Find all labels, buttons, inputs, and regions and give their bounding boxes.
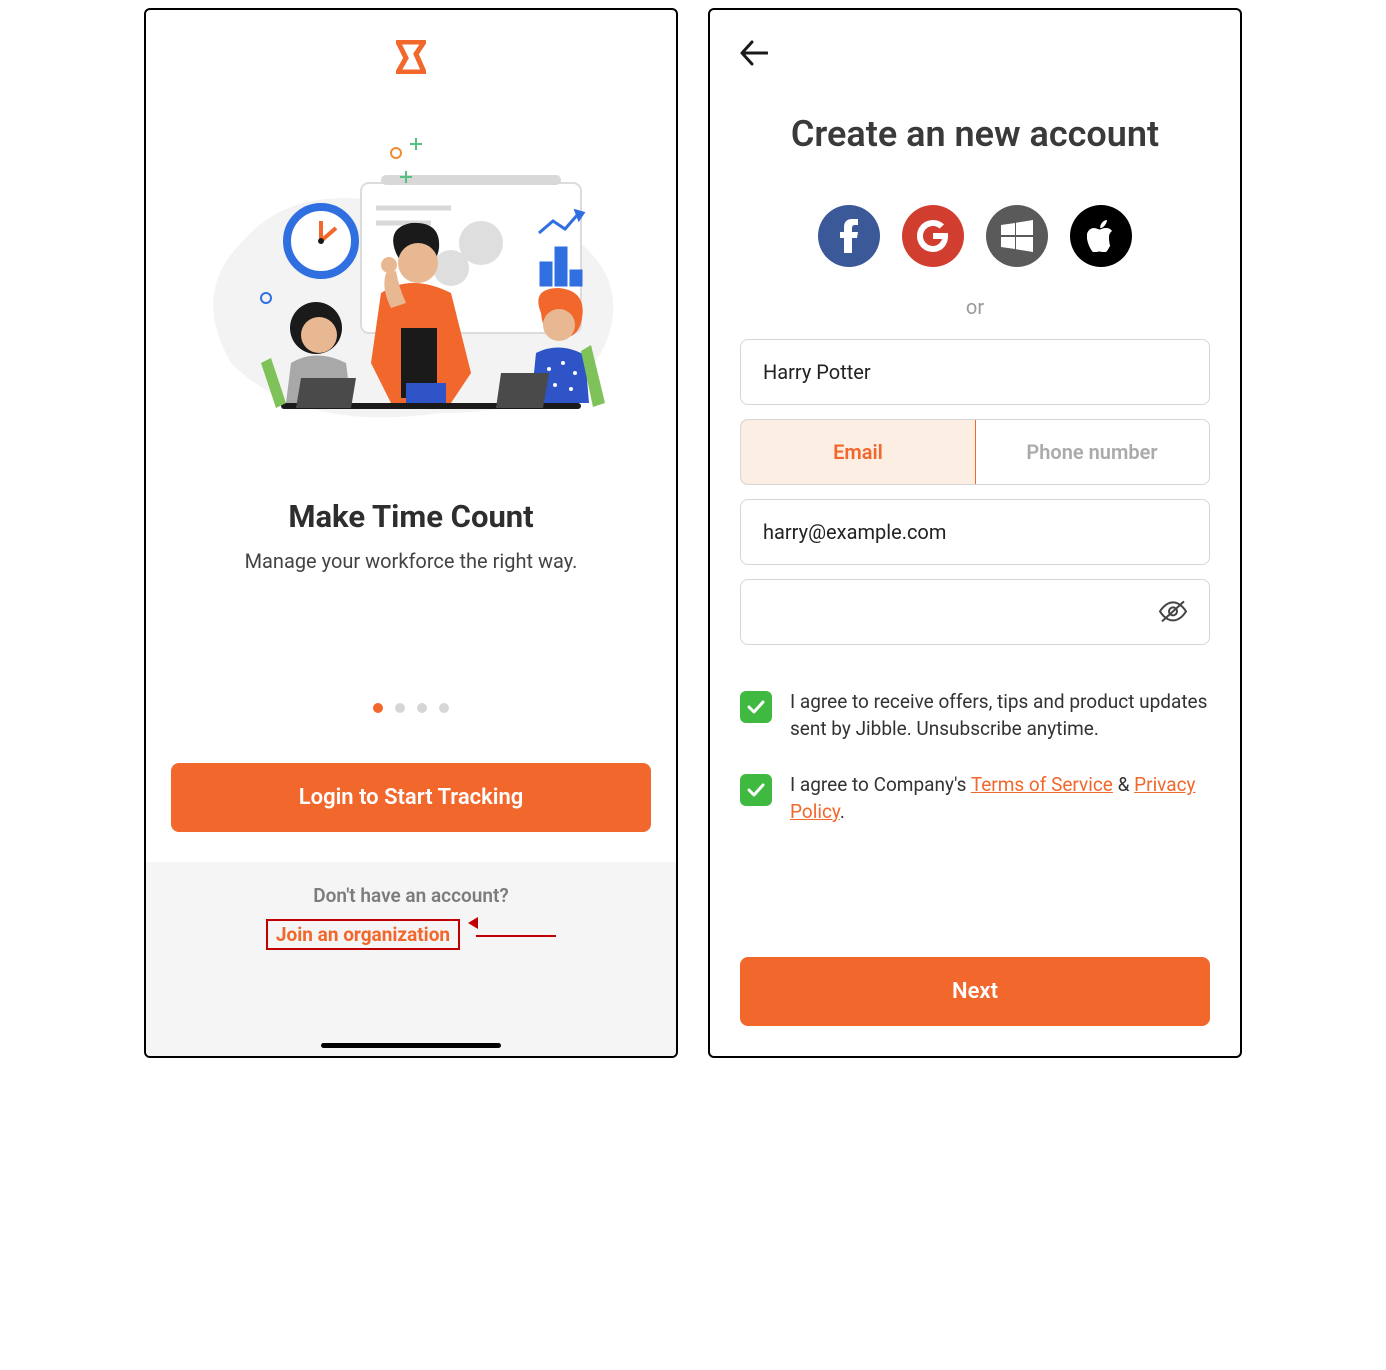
contact-type-tabs: Email Phone number <box>740 419 1210 485</box>
check-icon <box>747 783 765 797</box>
terms-link[interactable]: Terms of Service <box>971 773 1113 796</box>
facebook-login-button[interactable] <box>818 205 880 267</box>
back-button[interactable] <box>740 40 768 73</box>
page-dot-4[interactable] <box>439 703 449 713</box>
page-dots <box>146 703 676 713</box>
login-button[interactable]: Login to Start Tracking <box>171 763 651 832</box>
callout-arrow-icon <box>476 922 556 941</box>
welcome-screen: Make Time Count Manage your workforce th… <box>144 8 678 1058</box>
no-account-label: Don't have an account? <box>146 884 676 907</box>
hero-title: Make Time Count <box>146 498 676 535</box>
email-field[interactable] <box>740 499 1210 565</box>
app-logo-icon <box>396 40 426 78</box>
tab-email[interactable]: Email <box>740 419 976 485</box>
logo-row <box>146 10 676 88</box>
page-dot-1[interactable] <box>373 703 383 713</box>
join-organization-link[interactable]: Join an organization <box>266 919 460 950</box>
windows-icon <box>1001 220 1033 252</box>
arrow-left-icon <box>740 40 768 66</box>
tab-phone[interactable]: Phone number <box>975 420 1209 484</box>
footer: Don't have an account? Join an organizat… <box>146 862 676 1056</box>
checkbox-marketing-label: I agree to receive offers, tips and prod… <box>790 689 1210 742</box>
google-icon <box>916 219 950 253</box>
check-icon <box>747 700 765 714</box>
page-dot-2[interactable] <box>395 703 405 713</box>
toggle-password-visibility[interactable] <box>1158 599 1188 627</box>
apple-login-button[interactable] <box>1070 205 1132 267</box>
microsoft-login-button[interactable] <box>986 205 1048 267</box>
apple-icon <box>1087 220 1115 252</box>
social-login-row <box>740 205 1210 267</box>
next-button[interactable]: Next <box>740 957 1210 1026</box>
checkbox-marketing[interactable] <box>740 691 772 723</box>
checkbox-terms[interactable] <box>740 774 772 806</box>
hero-illustration <box>146 108 676 458</box>
name-field[interactable] <box>740 339 1210 405</box>
home-indicator <box>321 1043 501 1048</box>
or-separator: or <box>740 295 1210 319</box>
page-title: Create an new account <box>740 113 1210 155</box>
page-dot-3[interactable] <box>417 703 427 713</box>
password-field[interactable] <box>740 579 1210 645</box>
facebook-icon <box>840 219 858 253</box>
signup-screen: Create an new account or Email Phone num… <box>708 8 1242 1058</box>
checkbox-terms-label: I agree to Company's Terms of Service & … <box>790 772 1210 825</box>
google-login-button[interactable] <box>902 205 964 267</box>
hero-subtitle: Manage your workforce the right way. <box>146 549 676 573</box>
eye-off-icon <box>1158 599 1188 623</box>
